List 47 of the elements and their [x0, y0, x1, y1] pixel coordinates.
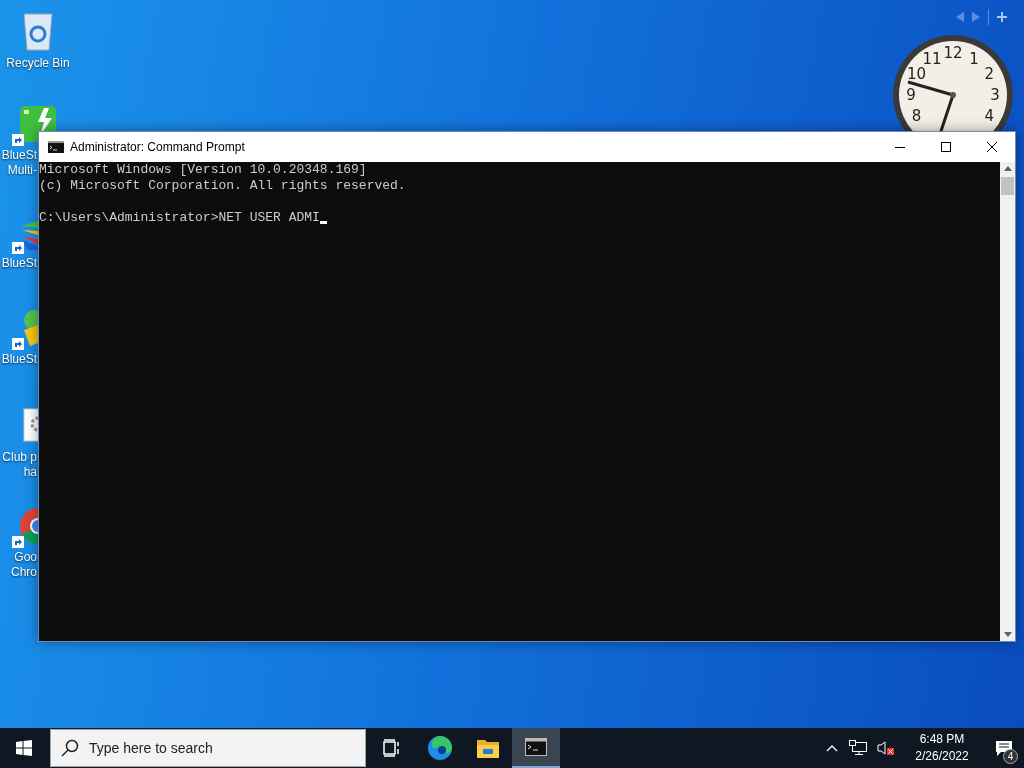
clock-numeral: 12: [943, 45, 963, 61]
search-icon: [61, 739, 79, 757]
icon-label: Recycle Bin: [6, 56, 70, 71]
clock-button[interactable]: 6:48 PM 2/26/2022: [904, 728, 980, 768]
clock-numeral: 8: [911, 108, 922, 124]
search-input[interactable]: Type here to search: [89, 737, 365, 759]
clock-numeral: 11: [922, 51, 942, 67]
icon-label: ha: [23, 465, 37, 480]
icon-label: Club p: [2, 450, 37, 465]
clock-numeral: 1: [969, 51, 979, 67]
task-view-icon: [382, 739, 402, 757]
minimize-icon: [895, 146, 905, 148]
chevron-up-icon[interactable]: [826, 744, 838, 752]
icon-label: Multi-: [7, 163, 37, 178]
network-icon[interactable]: [849, 740, 867, 756]
window-title: Administrator: Command Prompt: [70, 139, 245, 156]
console-line: (c) Microsoft Corporation. All rights reserved.: [39, 178, 406, 194]
scroll-thumb[interactable]: [1001, 177, 1014, 195]
notifications-button[interactable]: 4: [984, 728, 1024, 768]
add-icon[interactable]: [997, 12, 1007, 22]
clock-numeral: 4: [984, 108, 995, 124]
icon-label: BlueSt: [1, 148, 37, 163]
close-icon: [987, 142, 997, 152]
clock-numeral: 9: [906, 87, 916, 103]
icon-label: Chro: [11, 565, 37, 580]
scroll-up-icon[interactable]: [1003, 166, 1012, 171]
clock-numeral: 10: [907, 66, 927, 82]
icon-label: BlueSt: [1, 352, 37, 367]
volume-muted-icon[interactable]: [877, 740, 895, 756]
console-line: Microsoft Windows [Version 10.0.20348.169]: [39, 162, 367, 178]
icon-label: BlueSt: [1, 256, 37, 271]
edge-icon: [427, 735, 453, 761]
settings-file-icon[interactable]: [23, 408, 38, 442]
taskbar-app-button[interactable]: [512, 728, 560, 768]
clock-numeral: 2: [984, 66, 995, 82]
console-prompt: C:\Users\Administrator>NET USER ADMI: [39, 210, 320, 226]
folder-icon: [476, 737, 500, 759]
maximize-icon: [941, 142, 951, 152]
clock-numeral: 3: [990, 87, 1000, 103]
notification-count: 4: [1003, 749, 1018, 764]
scrollbar[interactable]: [1000, 162, 1015, 641]
scroll-down-icon[interactable]: [1003, 632, 1012, 637]
icon-label: Goo: [14, 550, 37, 565]
console-icon: [48, 141, 64, 153]
console-icon: [525, 738, 547, 756]
windows-logo-icon: [16, 740, 32, 756]
search-field[interactable]: Type here to search: [50, 729, 366, 767]
